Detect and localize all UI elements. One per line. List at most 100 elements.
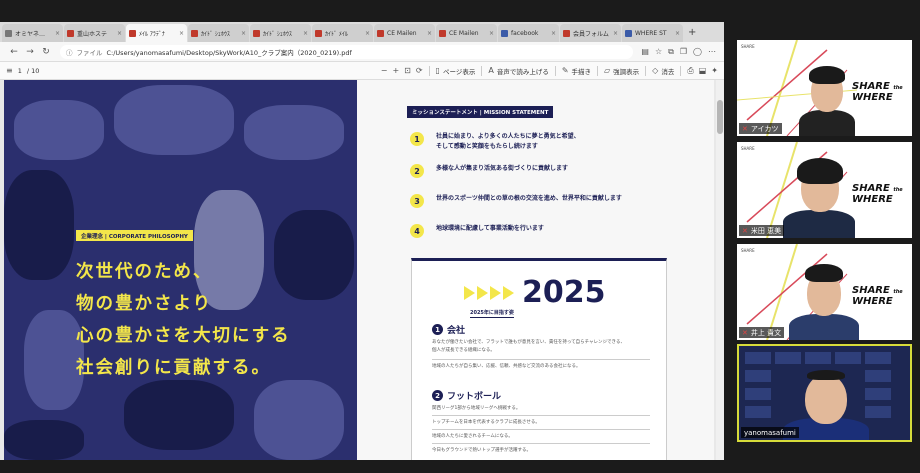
section-title-text: 会社 <box>447 326 466 336</box>
zoom-out-button[interactable]: − <box>381 66 388 75</box>
mission-text: そして感動と笑顔をもたらし続けます <box>436 143 538 150</box>
browser-tab[interactable]: CE Mailen × <box>436 24 497 42</box>
body-text: トップチームを日本を代表するクラブに成長させる。 <box>432 420 540 425</box>
philosophy-badge: 企業理念 | CORPORATE PHILOSOPHY <box>76 230 193 241</box>
page-view-button[interactable]: ▯ ページ表示 <box>436 66 476 76</box>
tab-label: ﾒｲﾙ ｱﾗﾃﾞﾅ <box>139 30 165 38</box>
tab-label: ｶｲﾄﾞ ｼｪﾎｳｽ <box>263 30 292 38</box>
forward-icon[interactable]: → <box>24 47 36 57</box>
tab-label: オミヤネ… <box>15 30 46 38</box>
slogan-line: 心の豊かさを大切にする <box>76 326 291 346</box>
contents-icon[interactable]: ≡ <box>6 66 13 75</box>
tab-favicon <box>253 29 260 37</box>
tab-favicon <box>625 29 632 37</box>
share-the-where-logo: SHARE the WHERE <box>852 183 903 205</box>
zoom-in-button[interactable]: + <box>392 66 399 75</box>
slogan-line: 社会創りに貢献する。 <box>76 358 271 378</box>
pdf-page-philosophy: 企業理念 | CORPORATE PHILOSOPHY 次世代のため、 物の豊か… <box>4 80 357 460</box>
browser-tab[interactable]: 重山ホステ × <box>64 24 125 42</box>
fit-page-icon[interactable]: ⊡ <box>404 66 411 75</box>
close-icon[interactable]: × <box>675 30 680 37</box>
arrows-icon <box>464 285 514 300</box>
slogan-line: 次世代のため、 <box>76 262 213 282</box>
mission-item: 1 社員に始まり、より多くの人たちに夢と勇気と希望、 そして感動と笑顔をもたらし… <box>410 132 580 152</box>
mic-muted-icon: ✕ <box>742 124 748 133</box>
erase-button[interactable]: ◇ 消去 <box>652 66 674 76</box>
browser-tab[interactable]: WHERE ST × <box>622 24 683 42</box>
tab-label: 会員フォルム <box>573 30 609 38</box>
page-total: / 10 <box>26 66 40 75</box>
pin-icon[interactable]: ✦ <box>711 66 718 75</box>
tab-favicon <box>5 29 12 37</box>
mission-text: 多様な人が集まり活気ある街づくりに貢献します <box>436 165 569 172</box>
print-icon[interactable]: ⎙ <box>687 66 693 76</box>
read-aloud-button[interactable]: A 音声で読み上げる <box>488 66 548 76</box>
rotate-icon[interactable]: ⟳ <box>416 66 423 75</box>
share-the-where-logo: SHARE the WHERE <box>852 81 903 103</box>
url-field[interactable]: ⓘ ファイル C:/Users/yanomasafumi/Desktop/Sky… <box>60 44 634 59</box>
scroll-thumb[interactable] <box>717 100 723 134</box>
close-icon[interactable]: × <box>117 30 122 37</box>
browser-tab-active[interactable]: ﾒｲﾙ ｱﾗﾃﾞﾅ × <box>126 24 187 42</box>
reload-icon[interactable]: ↻ <box>40 47 52 57</box>
tab-label: facebook <box>511 29 539 37</box>
save-icon[interactable]: ⬓ <box>699 66 707 75</box>
close-icon[interactable]: × <box>489 30 494 37</box>
body-text: 個人が成長できる組織になる。 <box>432 348 495 353</box>
video-tile[interactable]: SHARE SHARE the WHERE ✕ 井上 貴文 <box>737 244 912 340</box>
browser-tab[interactable]: オミヤネ… × <box>2 24 63 42</box>
favorite-star-icon[interactable]: ☆ <box>655 47 662 57</box>
address-bar: ← → ↻ ⓘ ファイル C:/Users/yanomasafumi/Deskt… <box>0 42 724 62</box>
mission-item: 4 地球環境に配慮して事業活動を行います <box>410 224 544 238</box>
video-tile-active-speaker[interactable]: yanomasafumi <box>737 344 912 442</box>
section-title-text: フットボール <box>447 392 502 402</box>
draw-button[interactable]: ✎ 手描き <box>562 66 591 76</box>
browser-tab[interactable]: CE Mailen × <box>374 24 435 42</box>
profile-icon[interactable]: ◯ <box>693 47 702 57</box>
close-icon[interactable]: × <box>303 30 308 37</box>
mission-number: 2 <box>410 164 424 178</box>
url-text: C:/Users/yanomasafumi/Desktop/SkyWork/A1… <box>106 48 352 57</box>
close-icon[interactable]: × <box>551 30 556 37</box>
new-tab-icon[interactable]: + <box>688 24 696 42</box>
tab-label: ｶｲﾄﾞ ﾒｲﾙ <box>325 30 348 38</box>
menu-icon[interactable]: ⋯ <box>708 47 716 57</box>
video-tile[interactable]: SHARE SHARE the WHERE ✕ 米田 恵美 <box>737 142 912 238</box>
mission-text: 世界のスポーツ仲間との草の根の交流を進め、世界平和に貢献します <box>436 195 622 202</box>
mission-number: 4 <box>410 224 424 238</box>
highlight-button[interactable]: ▱ 強調表示 <box>604 66 639 76</box>
mission-item: 2 多様な人が集まり活気ある街づくりに貢献します <box>410 164 568 178</box>
section-number: 2 <box>432 390 443 401</box>
participant-name-chip: yanomasafumi <box>741 427 799 438</box>
pdf-viewer: 企業理念 | CORPORATE PHILOSOPHY 次世代のため、 物の豊か… <box>0 80 724 460</box>
browser-tab[interactable]: ｶｲﾄﾞ ﾒｲﾙ × <box>312 24 373 42</box>
mission-badge: ミッションステートメント | MISSION STATEMENT <box>407 106 554 118</box>
video-tile[interactable]: SHARE SHARE the WHERE ✕ アイカツ <box>737 40 912 136</box>
close-icon[interactable]: × <box>179 30 184 37</box>
pdf-scrollbar[interactable] <box>716 80 724 460</box>
close-icon[interactable]: × <box>365 30 370 37</box>
close-icon[interactable]: × <box>427 30 432 37</box>
body-text: 今日もグラウンドで熱いトップ選手が活躍する。 <box>432 448 531 453</box>
read-mode-icon[interactable]: ▤ <box>641 47 649 57</box>
back-icon[interactable]: ← <box>8 47 20 57</box>
tab-favicon <box>501 29 508 37</box>
participant-name-chip: ✕ 米田 恵美 <box>739 225 785 236</box>
vision-2025-card: 2025 2025年に目指す姿 1 会社 あなたが働きたい会社で、フラットで誰も… <box>411 258 667 460</box>
tab-label: ｶｲﾄﾞ ｼｪﾎｳｽ <box>201 30 230 38</box>
extensions-icon[interactable]: ⧉ <box>668 47 674 57</box>
collections-icon[interactable]: ❐ <box>680 47 687 57</box>
page-number-input[interactable]: 1 <box>18 67 22 75</box>
info-icon: ⓘ <box>66 48 73 57</box>
tab-favicon <box>439 29 446 37</box>
browser-tab[interactable]: ｶｲﾄﾞ ｼｪﾎｳｽ × <box>188 24 249 42</box>
close-icon[interactable]: × <box>55 30 60 37</box>
browser-tab[interactable]: facebook × <box>498 24 559 42</box>
tab-favicon <box>129 29 136 37</box>
close-icon[interactable]: × <box>241 30 246 37</box>
close-icon[interactable]: × <box>613 30 618 37</box>
tab-label: CE Mailen <box>449 29 479 37</box>
browser-tab[interactable]: 会員フォルム × <box>560 24 621 42</box>
mic-muted-icon: ✕ <box>742 328 748 337</box>
browser-tab[interactable]: ｶｲﾄﾞ ｼｪﾎｳｽ × <box>250 24 311 42</box>
